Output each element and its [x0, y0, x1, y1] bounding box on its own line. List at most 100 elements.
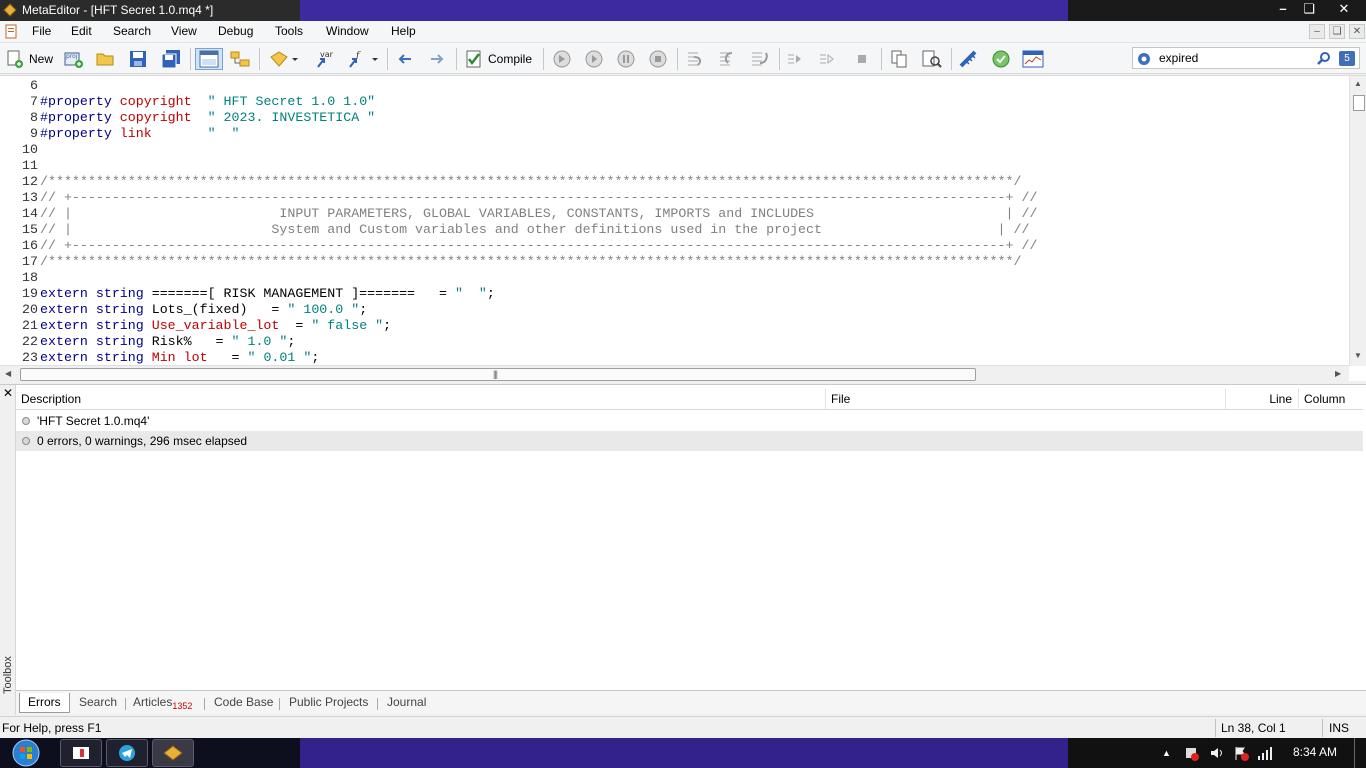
- vertical-scroll-thumb[interactable]: [1353, 95, 1365, 111]
- search-input[interactable]: [1159, 50, 1309, 66]
- code-line[interactable]: 18: [0, 270, 1346, 286]
- flag-alert-icon[interactable]: [1233, 745, 1249, 761]
- code-line[interactable]: 16// +----------------------------------…: [0, 238, 1346, 254]
- code-line[interactable]: 20 extern string Lots_(fixed) = " 100.0 "…: [0, 302, 1346, 318]
- menu-debug[interactable]: Debug: [218, 24, 253, 38]
- code-line[interactable]: 17/*************************************…: [0, 254, 1346, 270]
- table-row[interactable]: 'HFT Secret 1.0.mq4': [16, 411, 1363, 431]
- search-icon[interactable]: [1316, 51, 1332, 67]
- code-line[interactable]: 14// | INPUT PARAMETERS, GLOBAL VARIABLE…: [0, 206, 1346, 222]
- code-editor[interactable]: 6 7 #property copyright " HFT Secret 1.0 1…: [0, 75, 1366, 382]
- terminal-button[interactable]: [1022, 48, 1044, 70]
- vertical-scrollbar[interactable]: ▲ ▼: [1349, 76, 1366, 366]
- styler-comb-button[interactable]: [958, 48, 980, 70]
- gear-icon[interactable]: [1136, 51, 1152, 67]
- breakpoint-button[interactable]: [852, 48, 872, 70]
- horizontal-scroll-thumb[interactable]: |||: [20, 368, 976, 381]
- find-in-files-button[interactable]: [921, 48, 943, 70]
- copy-button[interactable]: [889, 48, 909, 70]
- code-token: Lots_(fixed) =: [151, 302, 288, 317]
- code-area[interactable]: 6 7 #property copyright " HFT Secret 1.0 1…: [0, 78, 1346, 366]
- code-line[interactable]: 13// +----------------------------------…: [0, 190, 1346, 206]
- column-line[interactable]: Line: [1226, 388, 1299, 410]
- outdent-button[interactable]: [818, 48, 838, 70]
- tray-expand-icon[interactable]: ▲: [1162, 748, 1171, 758]
- code-line[interactable]: 19 extern string =======[ RISK MANAGEMENT…: [0, 286, 1346, 302]
- menu-tools[interactable]: Tools: [275, 24, 303, 38]
- column-description[interactable]: Description: [16, 388, 826, 410]
- code-line[interactable]: 10: [0, 142, 1346, 158]
- step-out-button[interactable]: [748, 48, 772, 70]
- document-icon[interactable]: [4, 24, 19, 39]
- mdi-restore-icon[interactable]: ❏: [1329, 24, 1345, 39]
- code-line[interactable]: 22 extern string Risk% = " 1.0 ";: [0, 334, 1346, 350]
- minimize-icon[interactable]: –: [1270, 0, 1296, 18]
- table-row[interactable]: 0 errors, 0 warnings, 296 msec elapsed: [16, 431, 1363, 451]
- menu-file[interactable]: File: [32, 24, 51, 38]
- scroll-up-icon[interactable]: ▲: [1354, 79, 1362, 88]
- menu-help[interactable]: Help: [391, 24, 416, 38]
- code-line[interactable]: 6: [0, 78, 1346, 94]
- scroll-left-icon[interactable]: ◀: [5, 369, 11, 378]
- taskbar-clock[interactable]: 8:34 AM: [1293, 745, 1337, 759]
- tab-journal[interactable]: Journal: [387, 693, 426, 713]
- save-button[interactable]: [128, 48, 148, 70]
- horizontal-scrollbar[interactable]: ◀ ||| ▶: [0, 365, 1349, 382]
- column-file[interactable]: File: [826, 388, 1226, 410]
- tab-code-base[interactable]: Code Base: [214, 693, 273, 713]
- forward-button[interactable]: [427, 48, 447, 70]
- toolbox-toggle-button[interactable]: [229, 48, 251, 70]
- step-into-button[interactable]: [684, 48, 708, 70]
- tab-articles[interactable]: Articles1352: [133, 693, 192, 713]
- insert-function-button[interactable]: f: [346, 48, 382, 70]
- navigator-toggle-button[interactable]: [195, 48, 223, 70]
- close-toolbox-icon[interactable]: ✕: [3, 386, 13, 400]
- debug-start-button[interactable]: [552, 48, 572, 70]
- check-button[interactable]: [990, 48, 1012, 70]
- insert-variable-button[interactable]: var: [314, 48, 336, 70]
- code-line[interactable]: 7 #property copyright " HFT Secret 1.0 1.…: [0, 94, 1346, 110]
- new-button[interactable]: New: [5, 48, 53, 70]
- close-icon[interactable]: ✕: [1322, 0, 1366, 18]
- pause-button[interactable]: [616, 48, 636, 70]
- compile-button[interactable]: Compile: [464, 48, 532, 70]
- indent-button[interactable]: [786, 48, 806, 70]
- tab-errors[interactable]: Errors: [19, 693, 70, 713]
- save-all-button[interactable]: [160, 48, 182, 70]
- menu-edit[interactable]: Edit: [71, 24, 92, 38]
- show-desktop-button[interactable]: [1354, 738, 1366, 768]
- taskbar-telegram-button[interactable]: [106, 739, 148, 767]
- mdi-close-icon[interactable]: ✕: [1349, 24, 1365, 39]
- tab-search[interactable]: Search: [79, 693, 117, 713]
- code-line[interactable]: 21 extern string Use_variable_lot = " fal…: [0, 318, 1346, 334]
- code-line[interactable]: 8 #property copyright " 2023. INVESTETICA…: [0, 110, 1346, 126]
- code-line[interactable]: 9 #property link " ": [0, 126, 1346, 142]
- code-line[interactable]: 11: [0, 158, 1346, 174]
- styler-button[interactable]: [268, 48, 300, 70]
- code-line[interactable]: 15// | System and Custom variables and o…: [0, 222, 1346, 238]
- code-line[interactable]: 23 extern string Min lot = " 0.01 ";: [0, 350, 1346, 366]
- menu-view[interactable]: View: [171, 24, 197, 38]
- column-column[interactable]: Column: [1299, 388, 1363, 410]
- mdi-minimize-icon[interactable]: –: [1309, 24, 1325, 39]
- taskbar-app-button[interactable]: [60, 739, 102, 767]
- signal-strength-icon[interactable]: [1257, 745, 1273, 761]
- code-line[interactable]: 12/*************************************…: [0, 174, 1346, 190]
- volume-icon[interactable]: [1209, 745, 1225, 761]
- tab-public-projects[interactable]: Public Projects: [289, 693, 368, 713]
- step-over-button[interactable]: [716, 48, 740, 70]
- windows-start-icon[interactable]: [8, 738, 44, 768]
- restore-icon[interactable]: ❏: [1296, 0, 1322, 18]
- scroll-right-icon[interactable]: ▶: [1335, 369, 1341, 378]
- menu-search[interactable]: Search: [113, 24, 151, 38]
- taskbar-metaeditor-button[interactable]: [152, 739, 194, 767]
- menu-window[interactable]: Window: [326, 24, 369, 38]
- search-results-count[interactable]: 5: [1339, 51, 1355, 66]
- back-button[interactable]: [395, 48, 415, 70]
- stop-button[interactable]: [648, 48, 668, 70]
- network-alert-icon[interactable]: [1183, 745, 1199, 761]
- play-button[interactable]: [584, 48, 604, 70]
- open-button[interactable]: [95, 48, 115, 70]
- scroll-down-icon[interactable]: ▼: [1354, 351, 1362, 360]
- new-project-button[interactable]: proj: [63, 48, 85, 70]
